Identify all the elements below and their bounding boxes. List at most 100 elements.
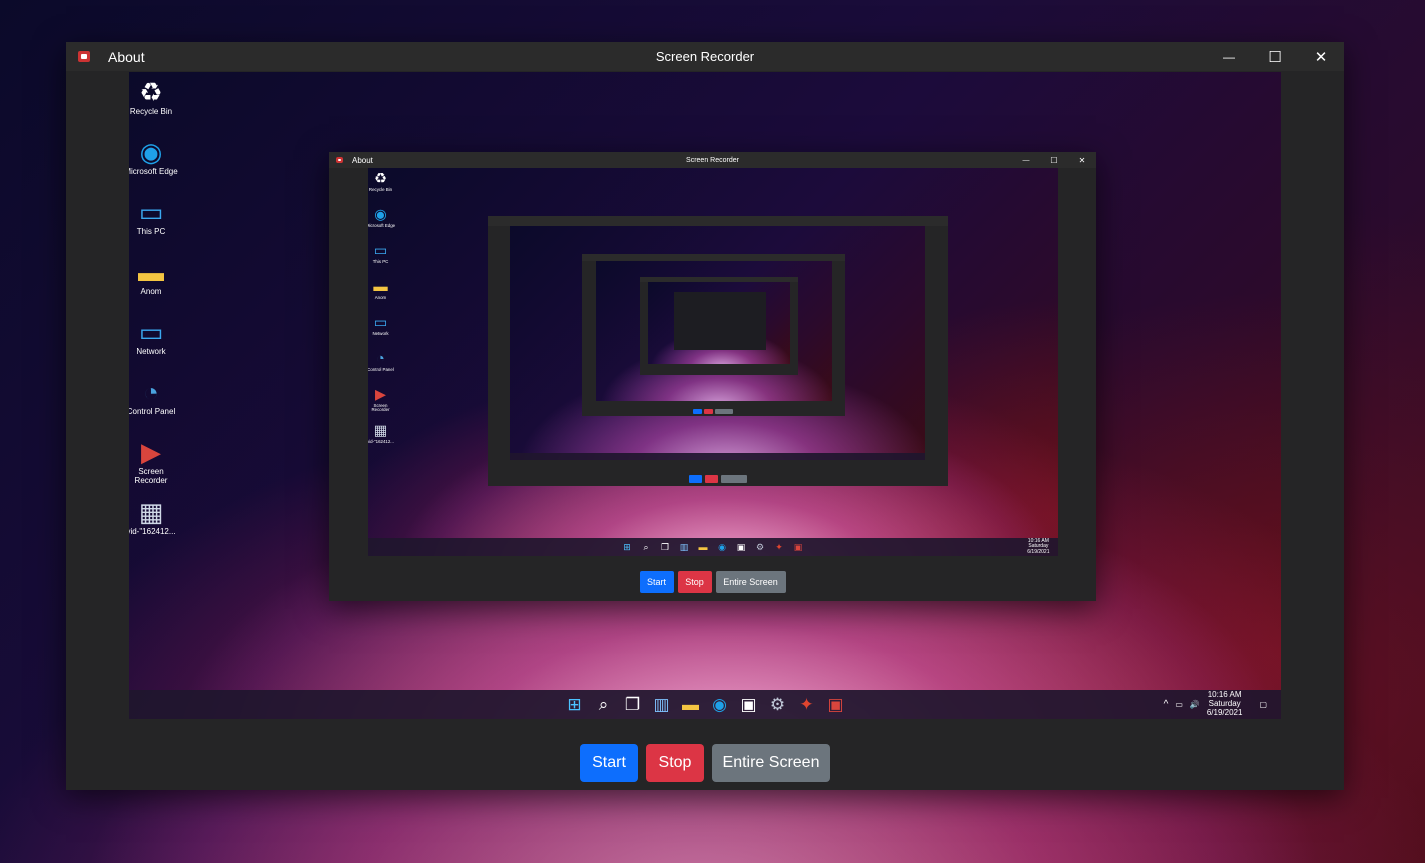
taskbar-screen-recorder-icon: ▣ [793,541,803,552]
nested-taskbar-2 [509,453,925,460]
desktop-icon-label: Network [372,330,389,336]
nested-screen-preview-3 [595,261,832,401]
screen-recorder-icon: ▶ [375,386,386,403]
desktop-icon-network[interactable]: ▭ Network [129,316,181,357]
nested-window-controls: — ☐ ✕ [1012,152,1096,168]
captured-system-tray: ^ ▭ 🔊 10:16 AM Saturday 6/19/2021 ▢ [1164,690,1281,719]
desktop-icon-microsoft-edge[interactable]: ◉ Microsoft Edge [129,136,181,177]
window-title: Screen Recorder [655,49,755,64]
desktop-icon-recycle-bin[interactable]: ♻ Recycle Bin [129,76,181,117]
taskbar-search-icon: ⌕ [643,541,649,552]
taskbar-app-red-icon[interactable]: ✦ [796,695,817,715]
maximize-button[interactable]: ☐ [1252,42,1298,71]
microsoft-edge-icon: ◉ [374,206,387,223]
taskbar-search-icon[interactable]: ⌕ [593,695,614,715]
desktop-icon-label: vid-"162412... [129,527,176,536]
desktop-icon-video-file[interactable]: ▦ vid-"162412... [129,496,181,537]
nested-recorder-window-2 [487,216,948,486]
nested-recorder-window: About Screen Recorder — ☐ ✕ ♻ Recycle Bin… [329,152,1096,601]
taskbar-start-menu-icon[interactable]: ⊞ [564,695,585,715]
taskbar-widgets-icon: ▥ [679,541,689,552]
desktop-icon-label: Anom [140,287,162,296]
desktop-icon-label: Recycle Bin [368,186,393,192]
desktop-icon-label: This PC [372,258,389,264]
nested-close-icon: ✕ [1078,155,1086,165]
desktop-icon-this-pc[interactable]: ▭ This PC [129,196,181,237]
nested-recorder-window-3 [581,254,845,416]
screen-recorder-window: About Screen Recorder — ☐ ✕ ♻ Recycle Bin… [66,42,1344,790]
desktop-icon-control-panel[interactable]: ◔ Control Panel [368,350,398,372]
this-pc-icon: ▭ [138,196,164,227]
title-bar[interactable]: About Screen Recorder — ☐ ✕ [66,42,1344,71]
taskbar-store-icon[interactable]: ▣ [738,695,759,715]
screen-recorder-icon: ▶ [141,436,161,467]
clock-date: 6/19/2021 [1206,707,1243,717]
desktop-icon-label: Network [136,347,166,356]
taskbar-start-menu-icon: ⊞ [623,541,631,552]
video-file-icon: ▦ [138,496,164,527]
nested-recorder-window-5 [673,292,766,350]
taskbar-settings-icon[interactable]: ⚙ [767,695,788,715]
tray-chevron-icon: ^ [1163,699,1169,710]
anom-folder-icon: ▬ [373,278,388,295]
desktop-icon-this-pc[interactable]: ▭ This PC [368,242,398,264]
this-pc-icon: ▭ [373,242,388,259]
desktop-icon-microsoft-edge[interactable]: ◉ Microsoft Edge [368,206,398,228]
nested-clock: 10:16 AM Saturday 6/19/2021 [1027,538,1050,556]
nested-clock-date: 6/19/2021 [1027,548,1050,555]
window-controls: — ☐ ✕ [1206,42,1344,71]
taskbar-app-red-icon: ✦ [775,541,783,552]
stop-button[interactable]: Stop [646,744,704,782]
taskbar-file-explorer-icon: ▬ [698,542,708,552]
desktop-icon-control-panel[interactable]: ◔ Control Panel [129,376,181,417]
nested-window-body: ♻ Recycle Bin ◉ Microsoft Edge ▭ This PC ▬ Anom… [329,168,1096,601]
close-button[interactable]: ✕ [1298,42,1344,71]
taskbar-widgets-icon[interactable]: ▥ [651,695,672,715]
captured-taskbar-icons: ⊞ ⌕ ❐ ▥ ▬ ◉ ▣ ⚙ ✦ ▣ [564,695,846,715]
about-menu[interactable]: About [108,49,145,65]
nested-about-label: About [352,155,373,165]
desktop-icon-anom-folder[interactable]: ▬ Anom [129,256,181,297]
nested-recorder-window-4 [639,277,798,375]
button-row: Start Stop Entire Screen [580,744,830,782]
taskbar-edge-icon[interactable]: ◉ [709,695,730,715]
recycle-bin-icon: ♻ [374,170,387,187]
desktop-icon-label: Screen Recorder [134,467,168,485]
desktop-icon-recycle-bin[interactable]: ♻ Recycle Bin [368,170,398,192]
video-file-icon: ▦ [373,422,388,439]
microsoft-edge-icon: ◉ [139,136,163,167]
nested-start-button: Start [639,571,674,593]
nested-minimize-icon: — [1022,156,1030,164]
desktop-icon-screen-recorder[interactable]: ▶ Screen Recorder [368,386,398,413]
start-button[interactable]: Start [580,744,638,782]
taskbar-task-view-icon[interactable]: ❐ [622,695,643,715]
nested-start-3 [693,409,702,414]
taskbar-file-explorer-icon[interactable]: ▬ [680,695,701,715]
nested-stop-button: Stop [677,571,712,593]
nested-title-bar: About Screen Recorder — ☐ ✕ [329,152,1096,168]
desktop-icon-label: Screen Recorder [371,402,390,413]
entire-screen-button[interactable]: Entire Screen [712,744,830,782]
nested-title-bar-2 [487,216,948,226]
desktop-icon-screen-recorder[interactable]: ▶ Screen Recorder [129,436,181,486]
desktop-icon-network[interactable]: ▭ Network [368,314,398,336]
nested-buttons-3 [582,409,845,414]
taskbar-screen-recorder-icon[interactable]: ▣ [825,695,846,715]
nested-entire-2 [720,475,747,483]
desktop-icon-label: Anom [374,294,387,300]
captured-taskbar: ⊞ ⌕ ❐ ▥ ▬ ◉ ▣ ⚙ ✦ ▣ ^ ▭ 🔊 10:16 AM Saturday 6/19/… [129,690,1281,719]
nested-entire-3 [715,409,733,414]
anom-folder-icon: ▬ [138,256,164,287]
recycle-bin-icon: ♻ [139,76,163,107]
desktop-icon-label: Control Panel [367,366,394,372]
minimize-button[interactable]: — [1206,42,1252,71]
nested-taskbar-icons: ⊞ ⌕ ❐ ▥ ▬ ◉ ▣ ⚙ ✦ ▣ [621,542,805,553]
nested-screen-preview-2 [509,226,925,460]
nested-screen-preview-4 [647,282,790,364]
desktop-icon-anom-folder[interactable]: ▬ Anom [368,278,398,300]
notification-icon: ▢ [1259,700,1267,709]
desktop-icon-label: Microsoft Edge [367,222,396,228]
control-panel-icon: ◔ [376,350,385,367]
nested-buttons-2 [488,475,948,483]
desktop-icon-video-file[interactable]: ▦ vid-"162412... [368,422,398,444]
